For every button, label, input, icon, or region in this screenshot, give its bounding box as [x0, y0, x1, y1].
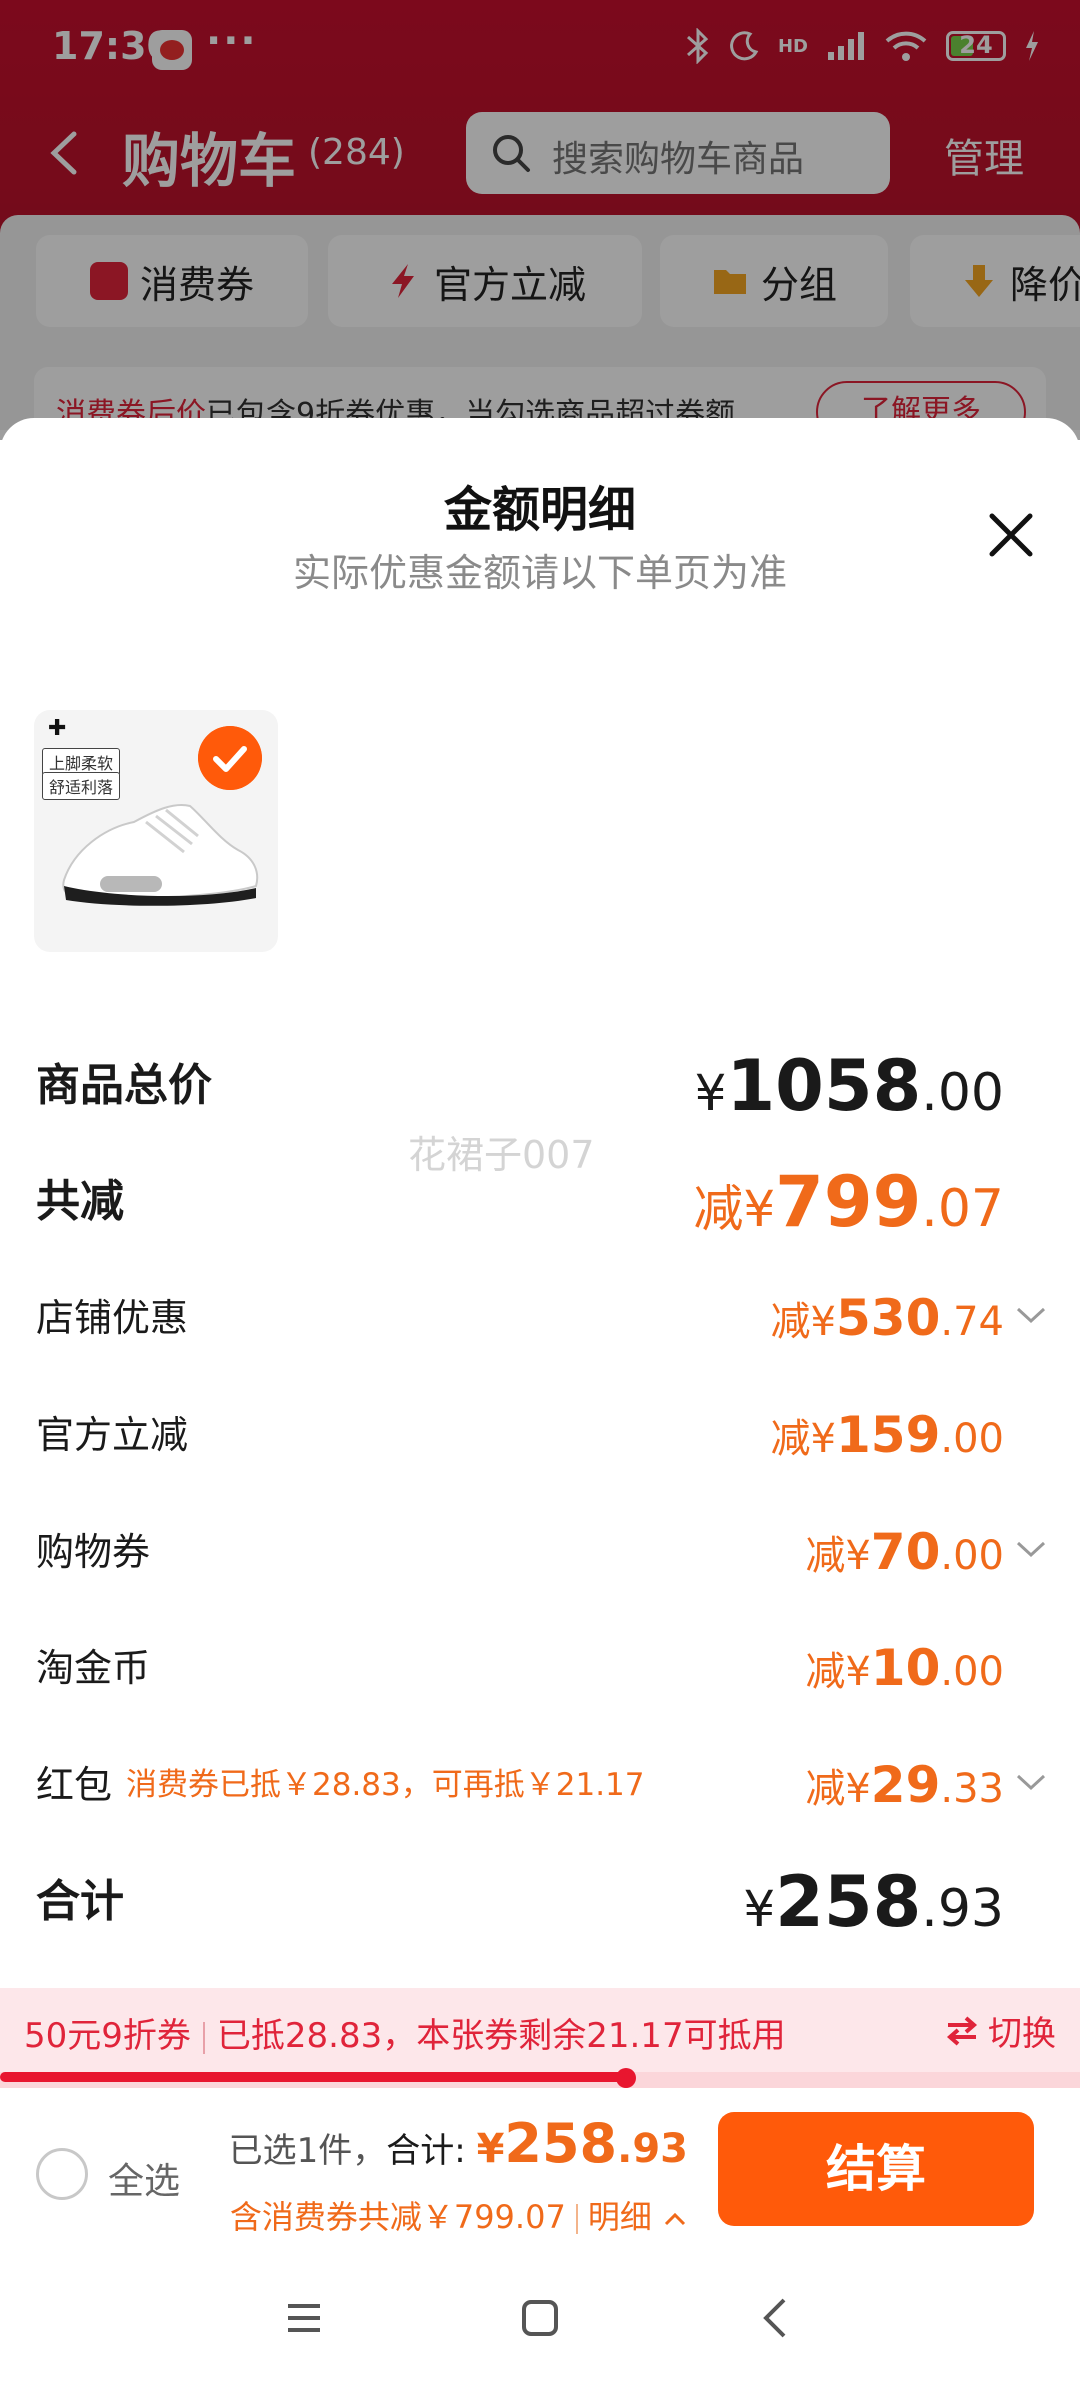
red-packet-note: 消费券已抵￥28.83，可再抵￥21.17: [126, 1767, 645, 1803]
row-official-discount: 官方立减 减¥159.00: [36, 1395, 1046, 1475]
close-icon[interactable]: [980, 504, 1042, 566]
row-label: 共减: [36, 1176, 124, 1227]
row-label: 红包: [36, 1763, 113, 1807]
menu-icon[interactable]: [284, 2298, 324, 2338]
nav-back-icon[interactable]: [760, 2296, 790, 2340]
row-shop-discount[interactable]: 店铺优惠 减¥530.74: [36, 1278, 1046, 1358]
row-amount: ¥1058.00: [694, 1045, 1004, 1127]
amount-detail-sheet: 金额明细 实际优惠金额请以下单页为准 ✚ 上脚柔软 舒适利落 花裙子007 商品…: [0, 418, 1080, 2400]
product-thumbnail[interactable]: ✚ 上脚柔软 舒适利落: [34, 710, 278, 952]
coupon-detail: 已抵28.83，本张券剩余21.17可抵用: [216, 2016, 786, 2056]
chevron-down-icon[interactable]: [1014, 1538, 1048, 1560]
row-amount: 减¥799.07: [693, 1161, 1004, 1243]
coupon-progress-track: [0, 2068, 1080, 2088]
select-all-label[interactable]: 全选: [108, 2152, 180, 2204]
detail-toggle[interactable]: 明细: [588, 2198, 652, 2236]
coupon-strip: 50元9折券 已抵28.83，本张券剩余21.17可抵用 切换: [0, 1988, 1080, 2078]
row-amount: 减¥159.00: [770, 1406, 1004, 1464]
row-label: 淘金币: [36, 1646, 151, 1690]
row-grand-total: 合计 ¥258.93: [36, 1862, 1046, 1942]
row-label: 官方立减: [36, 1413, 189, 1457]
system-nav-bar: [0, 2252, 1080, 2400]
discount-text: 含消费券共减￥799.07: [229, 2198, 566, 2236]
modal-overlay[interactable]: [0, 0, 1080, 440]
coupon-progress-knob: [616, 2068, 637, 2088]
switch-label: 切换: [988, 2014, 1056, 2054]
row-amount: 减¥530.74: [770, 1289, 1004, 1347]
selection-summary: 已选1件，合计: ¥258.93: [228, 2112, 688, 2175]
row-label: 商品总价: [36, 1060, 212, 1111]
select-all-radio[interactable]: [36, 2148, 88, 2200]
coupon-name: 50元9折券: [24, 2016, 191, 2056]
checkout-button[interactable]: 结算: [718, 2112, 1034, 2226]
row-label: 店铺优惠: [36, 1296, 189, 1340]
row-total-discount: 共减 减¥799.07: [36, 1162, 1046, 1242]
row-label: 合计: [36, 1876, 124, 1927]
coupon-info: 50元9折券 已抵28.83，本张券剩余21.17可抵用: [24, 2008, 786, 2057]
coupon-progress-fill: [0, 2072, 627, 2082]
sheet-subtitle: 实际优惠金额请以下单页为准: [292, 551, 787, 595]
chevron-down-icon[interactable]: [1014, 1771, 1048, 1793]
row-amount: ¥258.93: [743, 1861, 1004, 1943]
row-amount: 减¥29.33: [805, 1756, 1004, 1814]
chevron-down-icon[interactable]: [1014, 1304, 1048, 1326]
sheet-title: 金额明细: [443, 482, 636, 538]
row-red-packet[interactable]: 红包 消费券已抵￥28.83，可再抵￥21.17 减¥29.33: [36, 1745, 1046, 1825]
selected-check-icon[interactable]: [198, 726, 262, 790]
row-amount: 减¥10.00: [805, 1639, 1004, 1697]
chevron-up-icon[interactable]: [662, 2210, 688, 2228]
selected-total: ¥258.93: [476, 2112, 688, 2175]
home-icon[interactable]: [520, 2298, 560, 2338]
switch-coupon-button[interactable]: 切换: [944, 2006, 1056, 2055]
discount-summary[interactable]: 含消费券共减￥799.07 明细: [230, 2192, 688, 2238]
row-label: 购物券: [36, 1530, 151, 1574]
row-gold-coins: 淘金币 减¥10.00: [36, 1628, 1046, 1708]
row-amount: 减¥70.00: [805, 1523, 1004, 1581]
row-goods-total: 商品总价 ¥1058.00: [36, 1046, 1046, 1126]
checkout-bar: 全选 已选1件，合计: ¥258.93 含消费券共减￥799.07 明细 结算: [0, 2092, 1080, 2252]
row-shopping-voucher[interactable]: 购物券 减¥70.00: [36, 1512, 1046, 1592]
swap-icon: [946, 2015, 978, 2046]
